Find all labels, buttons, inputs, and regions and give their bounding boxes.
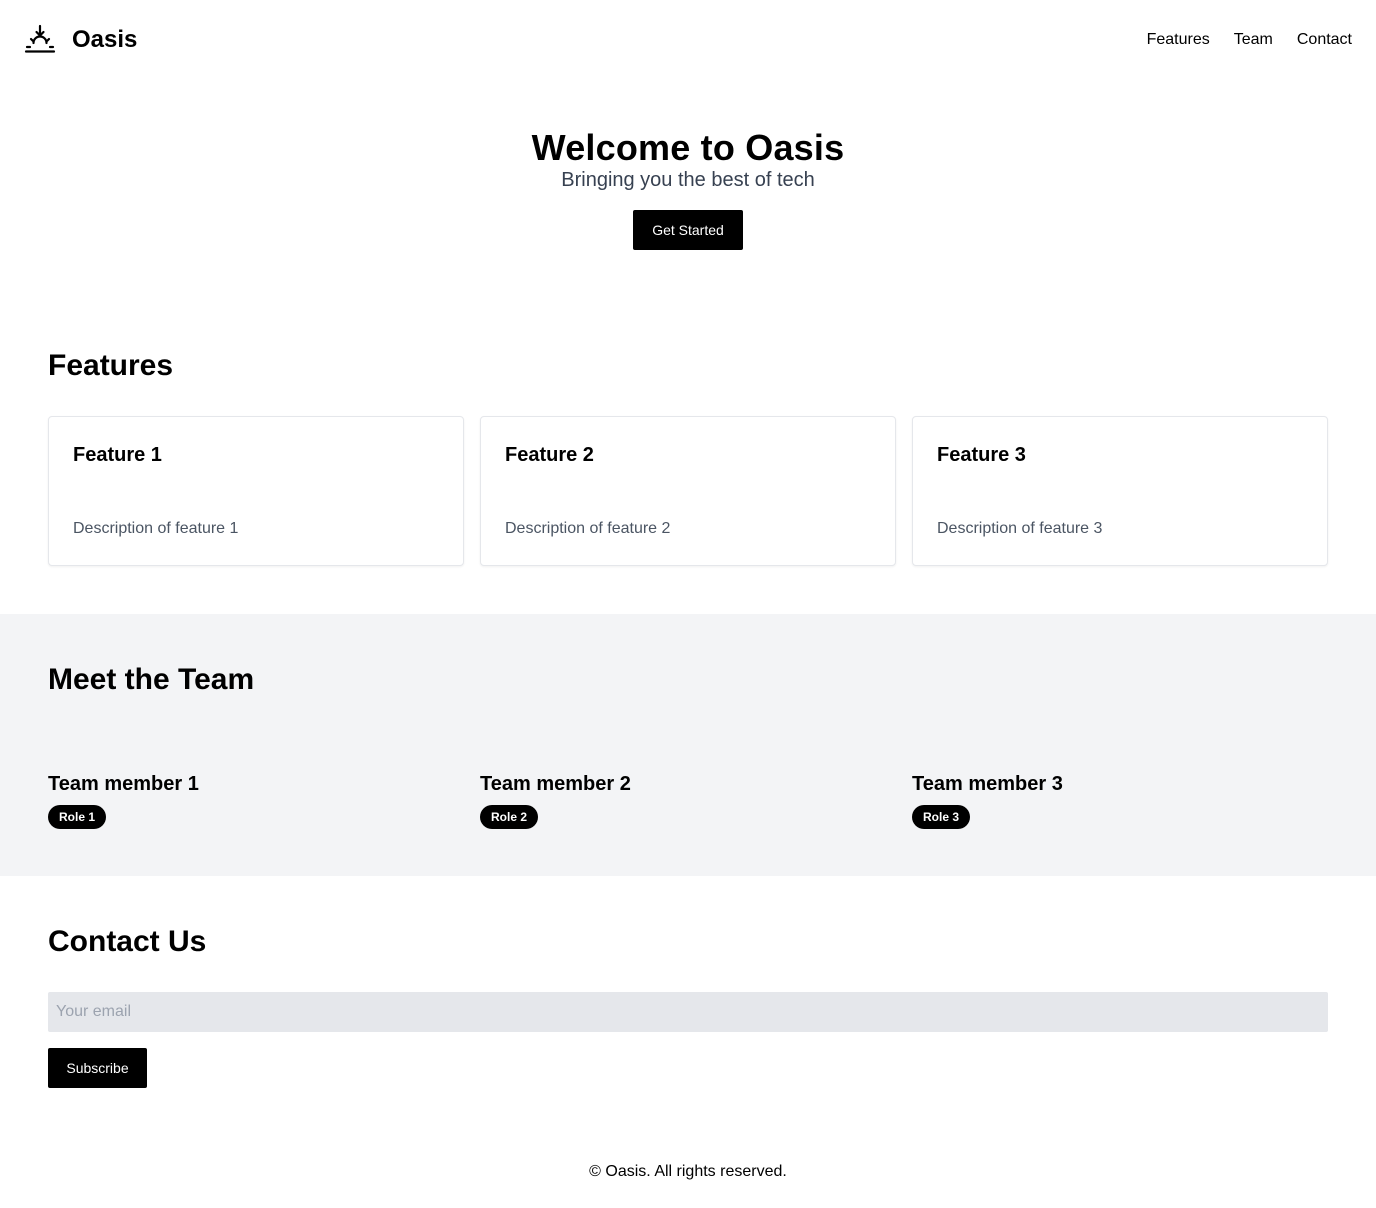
team-section: Meet the Team Team member 1 Role 1 Team … <box>0 614 1376 876</box>
feature-description: Description of feature 3 <box>937 520 1103 537</box>
feature-card: Feature 2 Description of feature 2 <box>480 416 896 566</box>
role-badge: Role 1 <box>48 805 107 829</box>
nav-link-features[interactable]: Features <box>1147 30 1210 50</box>
team-member-name: Team member 1 <box>48 773 199 795</box>
nav-link-contact[interactable]: Contact <box>1297 30 1352 50</box>
main-nav: Features Team Contact <box>1123 30 1352 50</box>
feature-title: Feature 1 <box>73 444 162 466</box>
team-member: Team member 1 Role 1 <box>48 772 464 829</box>
role-badge: Role 2 <box>480 805 539 829</box>
brand[interactable]: Oasis <box>24 24 137 56</box>
team-member: Team member 3 Role 3 <box>912 772 1328 829</box>
brand-name: Oasis <box>72 26 138 53</box>
subscribe-button[interactable]: Subscribe <box>48 1048 147 1088</box>
site-footer: © Oasis. All rights reserved. <box>0 1162 1376 1182</box>
features-section: Features Feature 1 Description of featur… <box>48 346 1328 566</box>
team-member-name: Team member 3 <box>912 773 1063 795</box>
nav-link-team[interactable]: Team <box>1234 30 1273 50</box>
email-input[interactable] <box>48 992 1328 1032</box>
hero-subtitle: Bringing you the best of tech <box>561 169 815 191</box>
get-started-button[interactable]: Get Started <box>633 210 743 250</box>
team-title: Meet the Team <box>48 663 255 696</box>
hero-section: Welcome to Oasis Bringing you the best o… <box>0 126 1376 250</box>
feature-description: Description of feature 2 <box>505 520 671 537</box>
sunrise-icon <box>24 24 56 53</box>
team-member: Team member 2 Role 2 <box>480 772 896 829</box>
site-header: Oasis Features Team Contact <box>0 0 1376 80</box>
feature-card: Feature 3 Description of feature 3 <box>912 416 1328 566</box>
feature-cards: Feature 1 Description of feature 1 Featu… <box>48 416 1328 566</box>
feature-card: Feature 1 Description of feature 1 <box>48 416 464 566</box>
contact-section: Contact Us Subscribe <box>48 922 1328 1088</box>
role-badge: Role 3 <box>912 805 971 829</box>
features-title: Features <box>48 349 174 382</box>
team-member-name: Team member 2 <box>480 773 631 795</box>
copyright-text: © Oasis. All rights reserved. <box>589 1163 787 1180</box>
contact-title: Contact Us <box>48 925 207 958</box>
hero-title: Welcome to Oasis <box>531 127 845 168</box>
feature-title: Feature 2 <box>505 444 594 466</box>
feature-title: Feature 3 <box>937 444 1026 466</box>
feature-description: Description of feature 1 <box>73 520 239 537</box>
